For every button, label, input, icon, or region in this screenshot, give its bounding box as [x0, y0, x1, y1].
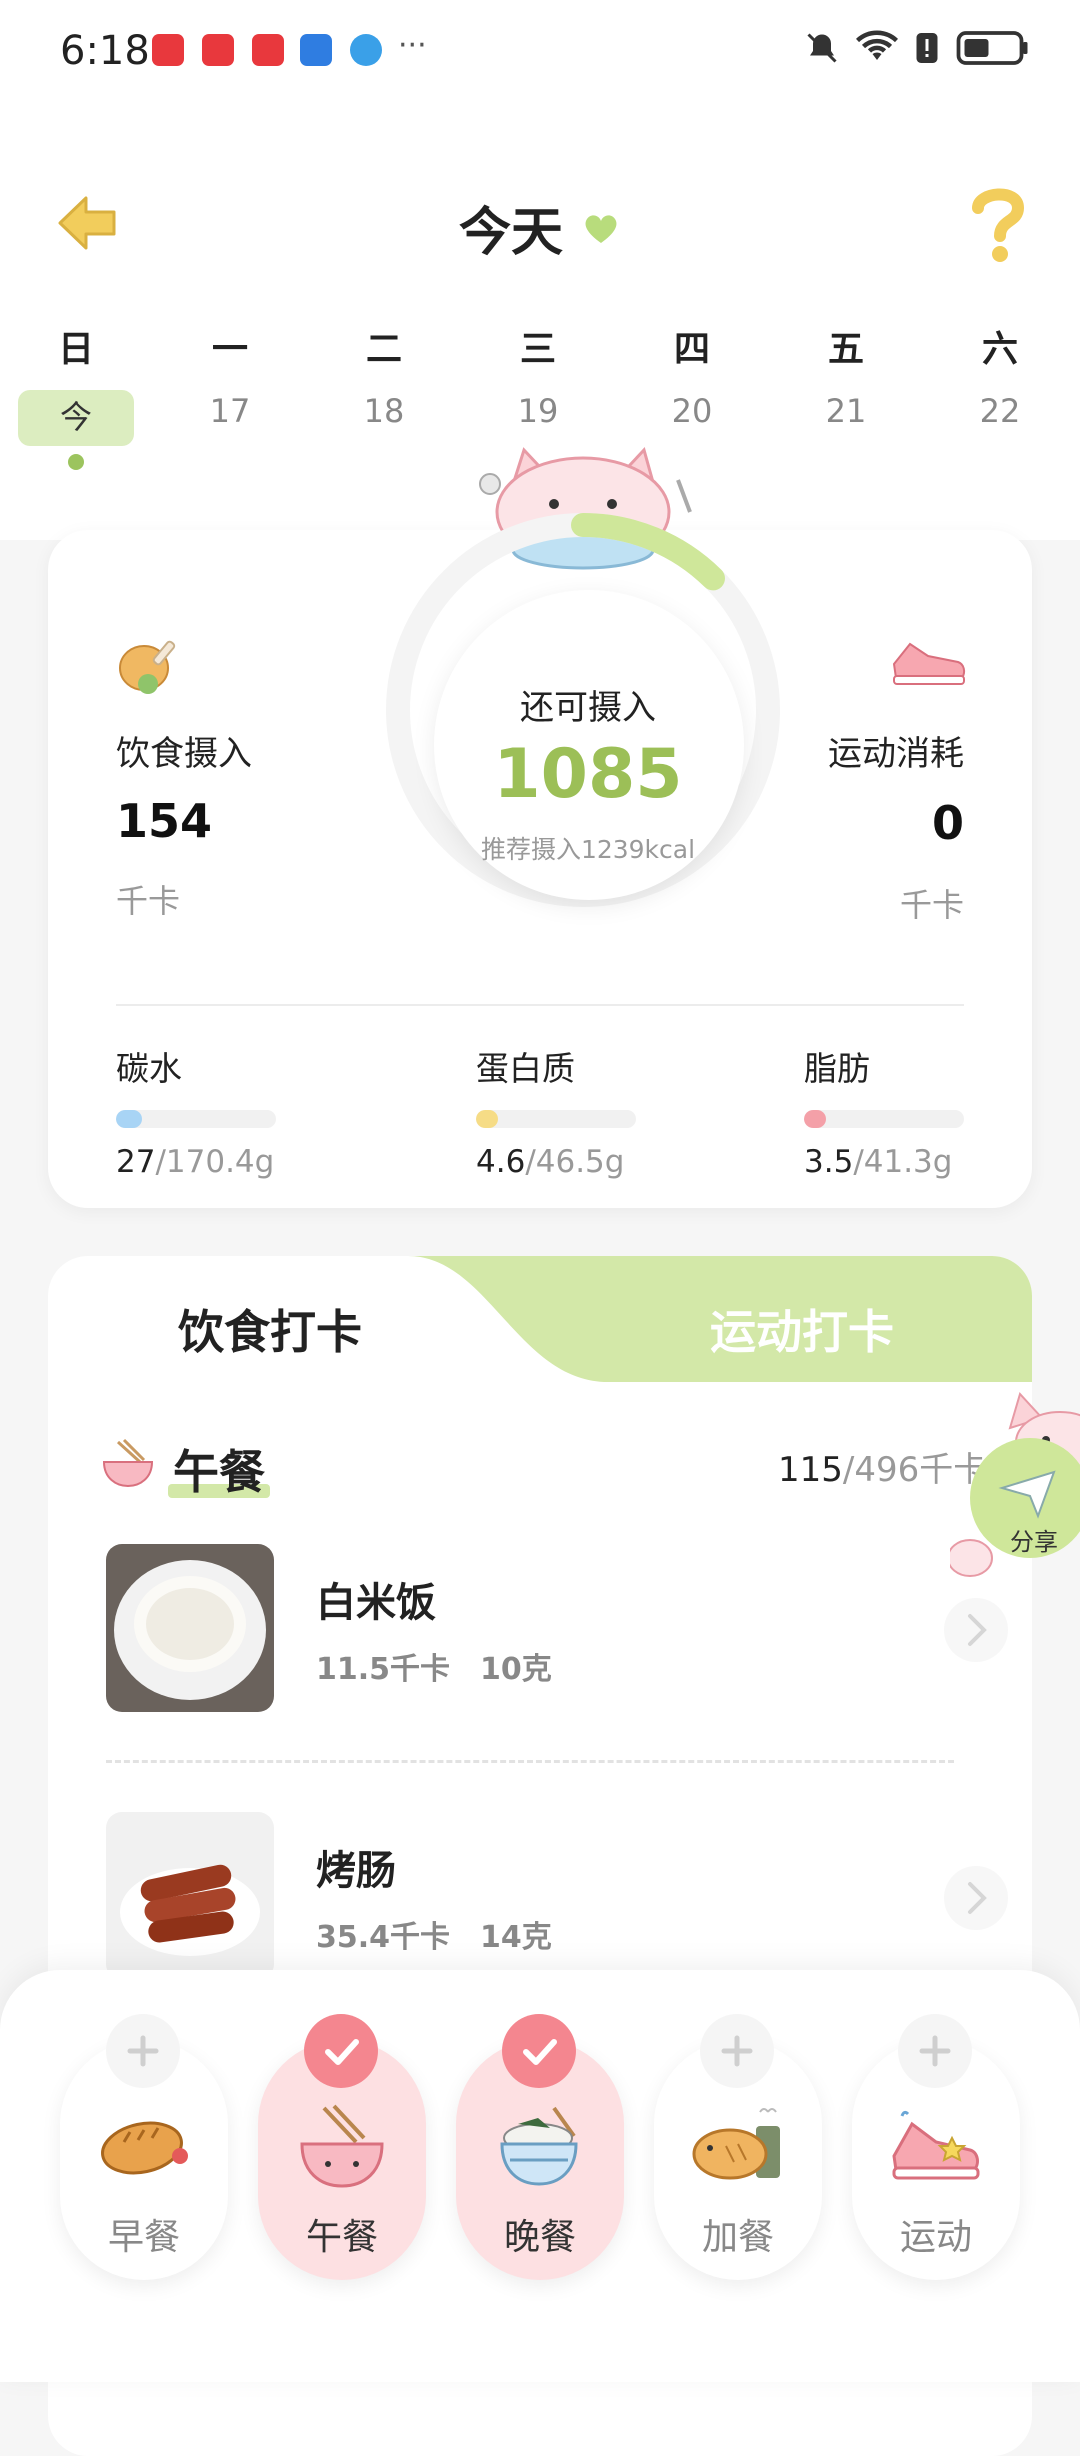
- plus-icon: [106, 2014, 180, 2088]
- weekday-label: 日: [57, 329, 94, 370]
- quick-add-snack[interactable]: 加餐: [654, 2014, 822, 2280]
- rice-bowl-icon: [500, 2106, 578, 2186]
- burn-unit: 千卡: [899, 886, 964, 924]
- burn-value: 0: [931, 796, 964, 850]
- more-notifications-icon: ···: [398, 28, 427, 63]
- battery-saver-icon: [916, 33, 938, 63]
- macro-fat: 脂肪 3.5/41.3g: [804, 1042, 1004, 1180]
- noodle-bowl-icon: [102, 1438, 154, 1488]
- status-bar: 6:18 ···: [0, 0, 1080, 100]
- food-meta: 11.5千卡 10克: [316, 1652, 552, 1687]
- plus-icon: [700, 2014, 774, 2088]
- macro-bar: [804, 1110, 964, 1128]
- macro-bar: [116, 1110, 276, 1128]
- today-dot: [68, 454, 84, 470]
- food-name: 白米饭: [316, 1580, 436, 1626]
- tab-diet-checkin[interactable]: 饮食打卡: [178, 1296, 362, 1362]
- quick-add-label: 运动: [899, 2217, 972, 2258]
- taiyaki-icon: [692, 2108, 780, 2180]
- remaining-value: 1085: [493, 735, 683, 814]
- food-meta: 35.4千卡 14克: [316, 1920, 552, 1955]
- macro-protein: 蛋白质 4.6/46.5g: [476, 1042, 676, 1180]
- quick-add-exercise[interactable]: 运动: [852, 2014, 1020, 2280]
- weekday-label: 六: [981, 329, 1018, 370]
- quick-add-label: 晚餐: [503, 2217, 576, 2258]
- bread-icon: [101, 2121, 188, 2175]
- macro-name: 蛋白质: [476, 1049, 575, 1088]
- browser-icon: [350, 34, 382, 66]
- xiaohongshu-icon: [152, 34, 184, 66]
- macro-bar: [476, 1110, 636, 1128]
- intake-value: 154: [116, 794, 213, 848]
- check-icon: [502, 2014, 576, 2088]
- check-icon: [304, 2014, 378, 2088]
- weekday-label: 二: [365, 329, 402, 370]
- macro-value: 27/170.4g: [116, 1144, 275, 1180]
- date-item[interactable]: 21: [796, 392, 896, 430]
- food-name: 烤肠: [316, 1848, 396, 1894]
- sneaker-icon: [892, 2110, 980, 2180]
- macro-value: 4.6/46.5g: [476, 1144, 625, 1180]
- burn-label: 运动消耗: [828, 734, 964, 774]
- wifi-icon: [856, 30, 898, 60]
- remaining-label: 还可摄入: [520, 688, 656, 728]
- share-button[interactable]: [950, 1388, 1080, 1588]
- date-item[interactable]: 18: [334, 392, 434, 430]
- page-title[interactable]: 今天: [0, 190, 1080, 265]
- macro-carbs: 碳水 27/170.4g: [116, 1042, 316, 1180]
- macro-name: 碳水: [116, 1049, 182, 1088]
- weekday-label: 一: [211, 329, 248, 370]
- date-item[interactable]: 17: [180, 392, 280, 430]
- huawei-mall-icon: [202, 34, 234, 66]
- meal-title: 午餐: [173, 1445, 265, 1499]
- recommended-intake: 推荐摄入1239kcal: [480, 835, 696, 864]
- food-photo-rice: [106, 1544, 274, 1712]
- tab-exercise-checkin[interactable]: 运动打卡: [710, 1296, 894, 1362]
- intake-unit: 千卡: [116, 882, 181, 920]
- date-today[interactable]: 今: [26, 392, 126, 438]
- divider: [116, 1004, 964, 1006]
- heart-icon: [585, 214, 617, 243]
- mute-icon: [807, 33, 837, 63]
- plus-icon: [898, 2014, 972, 2088]
- quick-add-label: 午餐: [305, 2217, 378, 2258]
- macro-fill: [116, 1110, 142, 1128]
- status-time: 6:18: [60, 28, 150, 74]
- quick-add-breakfast[interactable]: 早餐: [60, 2014, 228, 2280]
- weekday-row: 日 一 二 三 四 五 六: [0, 320, 1080, 380]
- noodle-bowl-icon: [300, 2104, 384, 2188]
- date-item[interactable]: 22: [950, 392, 1050, 430]
- huawei-mall-icon: [252, 34, 284, 66]
- chevron-right-icon[interactable]: [944, 1598, 1008, 1662]
- drumstick-icon: [119, 640, 176, 694]
- page-title-text: 今天: [458, 203, 563, 263]
- weather-icon: [300, 34, 332, 66]
- battery-icon: [956, 31, 1028, 65]
- intake-label: 饮食摄入: [116, 734, 252, 774]
- quick-add-lunch[interactable]: 午餐: [258, 2014, 426, 2280]
- food-item[interactable]: 烤肠 35.4千卡 14克: [106, 1812, 1008, 1982]
- weekday-label: 五: [827, 329, 864, 370]
- date-item[interactable]: 20: [642, 392, 742, 430]
- food-item[interactable]: 白米饭 11.5千卡 10克: [106, 1544, 1008, 1714]
- status-icons: [804, 30, 1030, 66]
- item-divider: [106, 1760, 954, 1763]
- quick-add-label: 加餐: [701, 2217, 774, 2258]
- date-item[interactable]: 19: [488, 392, 588, 430]
- help-icon[interactable]: [966, 184, 1030, 264]
- weekday-label: 四: [673, 329, 710, 370]
- food-photo-sausage: [106, 1812, 274, 1980]
- macro-fill: [804, 1110, 827, 1128]
- macro-fill: [476, 1110, 499, 1128]
- sneaker-icon: [892, 642, 966, 685]
- chevron-right-icon[interactable]: [944, 1866, 1008, 1930]
- quick-add-label: 早餐: [107, 2217, 180, 2258]
- macro-value: 3.5/41.3g: [804, 1144, 953, 1180]
- share-label: 分享: [1010, 1528, 1058, 1556]
- macro-name: 脂肪: [804, 1049, 870, 1088]
- calorie-summary-card: 饮食摄入 154 千卡 运动消耗 0 千卡 还可摄入 1085 推荐摄入1239…: [48, 447, 1032, 1208]
- quick-add-dinner[interactable]: 晚餐: [456, 2014, 624, 2280]
- weekday-label: 三: [519, 329, 556, 370]
